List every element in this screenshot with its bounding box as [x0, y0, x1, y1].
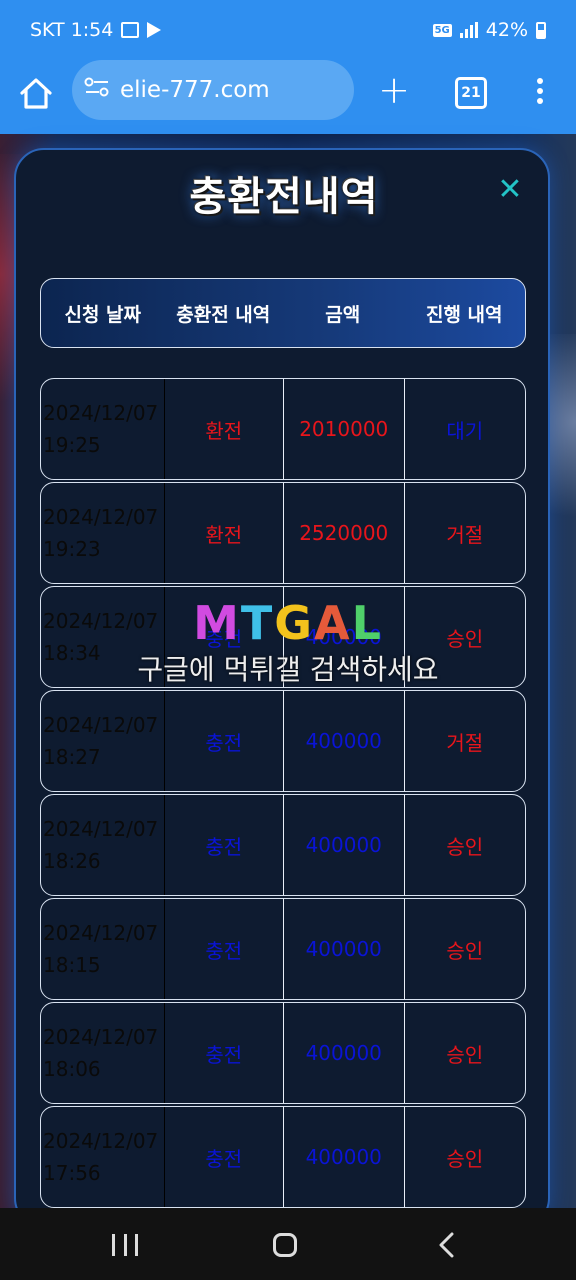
- back-icon[interactable]: [438, 1232, 456, 1258]
- table-header: 신청 날짜 충환전 내역 금액 진행 내역: [40, 278, 526, 348]
- signal-icon: [459, 22, 478, 38]
- row-date: 2024/12/07 18:06: [41, 1003, 165, 1103]
- header-status: 진행 내역: [425, 303, 503, 326]
- row-type: 충전: [165, 691, 284, 791]
- row-status: 거절: [446, 522, 484, 547]
- row-type: 충전: [165, 899, 284, 999]
- history-list: 2024/12/07 19:25 환전 2010000 대기 2024/12/07…: [40, 378, 526, 1210]
- row-date: 2024/12/07 18:27: [41, 691, 165, 791]
- row-date: 2024/12/07 18:26: [41, 795, 165, 895]
- row-type: 충전: [165, 587, 284, 687]
- tabs-icon[interactable]: 21: [455, 77, 487, 109]
- row-amount: 2520000: [284, 483, 405, 583]
- table-row: 2024/12/07 17:56 충전 400000 승인: [40, 1106, 526, 1208]
- play-icon: [147, 22, 162, 38]
- close-icon[interactable]: ✕: [494, 174, 526, 206]
- row-status: 승인: [446, 938, 484, 963]
- row-amount: 2010000: [284, 379, 405, 479]
- more-vert-icon[interactable]: [530, 74, 550, 108]
- row-status: 승인: [446, 834, 484, 859]
- url-bar[interactable]: elie-777.com: [72, 60, 354, 120]
- header-amount: 금액: [325, 303, 361, 326]
- header-type: 충환전 내역: [176, 303, 271, 326]
- row-amount: 400000: [284, 1107, 405, 1207]
- row-status: 승인: [446, 1042, 484, 1067]
- plus-icon[interactable]: +: [376, 68, 412, 112]
- table-row: 2024/12/07 18:06 충전 400000 승인: [40, 1002, 526, 1104]
- row-date: 2024/12/07 19:25: [41, 379, 165, 479]
- row-amount: 400000: [284, 587, 405, 687]
- browser-toolbar: elie-777.com + 21: [0, 60, 576, 134]
- row-date: 2024/12/07 19:23: [41, 483, 165, 583]
- carrier-time: SKT 1:54: [30, 19, 114, 41]
- row-type: 환전: [165, 483, 284, 583]
- row-amount: 400000: [284, 795, 405, 895]
- row-type: 충전: [165, 1107, 284, 1207]
- battery-icon: [536, 21, 546, 39]
- header-date: 신청 날짜: [64, 303, 142, 326]
- gallery-icon: [121, 22, 140, 38]
- network-icon: 5G: [432, 23, 452, 37]
- table-row: 2024/12/07 18:15 충전 400000 승인: [40, 898, 526, 1000]
- table-row: 2024/12/07 18:27 충전 400000 거절: [40, 690, 526, 792]
- row-type: 환전: [165, 379, 284, 479]
- row-amount: 400000: [284, 899, 405, 999]
- url-text: elie-777.com: [120, 77, 270, 103]
- row-amount: 400000: [284, 1003, 405, 1103]
- table-row: 2024/12/07 18:34 충전 400000 승인: [40, 586, 526, 688]
- row-type: 충전: [165, 1003, 284, 1103]
- home-nav-icon[interactable]: [273, 1233, 297, 1257]
- system-nav-bar: [0, 1208, 576, 1280]
- status-bar: SKT 1:54 5G 42%: [0, 0, 576, 60]
- row-amount: 400000: [284, 691, 405, 791]
- table-row: 2024/12/07 19:23 환전 2520000 거절: [40, 482, 526, 584]
- row-status: 승인: [446, 1146, 484, 1171]
- recent-apps-icon[interactable]: [112, 1234, 138, 1256]
- table-row: 2024/12/07 19:25 환전 2010000 대기: [40, 378, 526, 480]
- table-row: 2024/12/07 18:26 충전 400000 승인: [40, 794, 526, 896]
- row-status: 승인: [446, 626, 484, 651]
- row-status: 대기: [446, 418, 484, 443]
- row-date: 2024/12/07 18:15: [41, 899, 165, 999]
- row-status: 거절: [446, 730, 484, 755]
- row-date: 2024/12/07 17:56: [41, 1107, 165, 1207]
- home-icon[interactable]: [16, 74, 56, 114]
- tune-icon[interactable]: [84, 76, 110, 104]
- modal-title: 충환전내역: [189, 174, 379, 220]
- history-modal: 충환전내역 ✕ 신청 날짜 충환전 내역 금액 진행 내역 2024/12/07…: [14, 148, 550, 1228]
- row-date: 2024/12/07 18:34: [41, 587, 165, 687]
- battery-percent: 42%: [485, 19, 528, 41]
- row-type: 충전: [165, 795, 284, 895]
